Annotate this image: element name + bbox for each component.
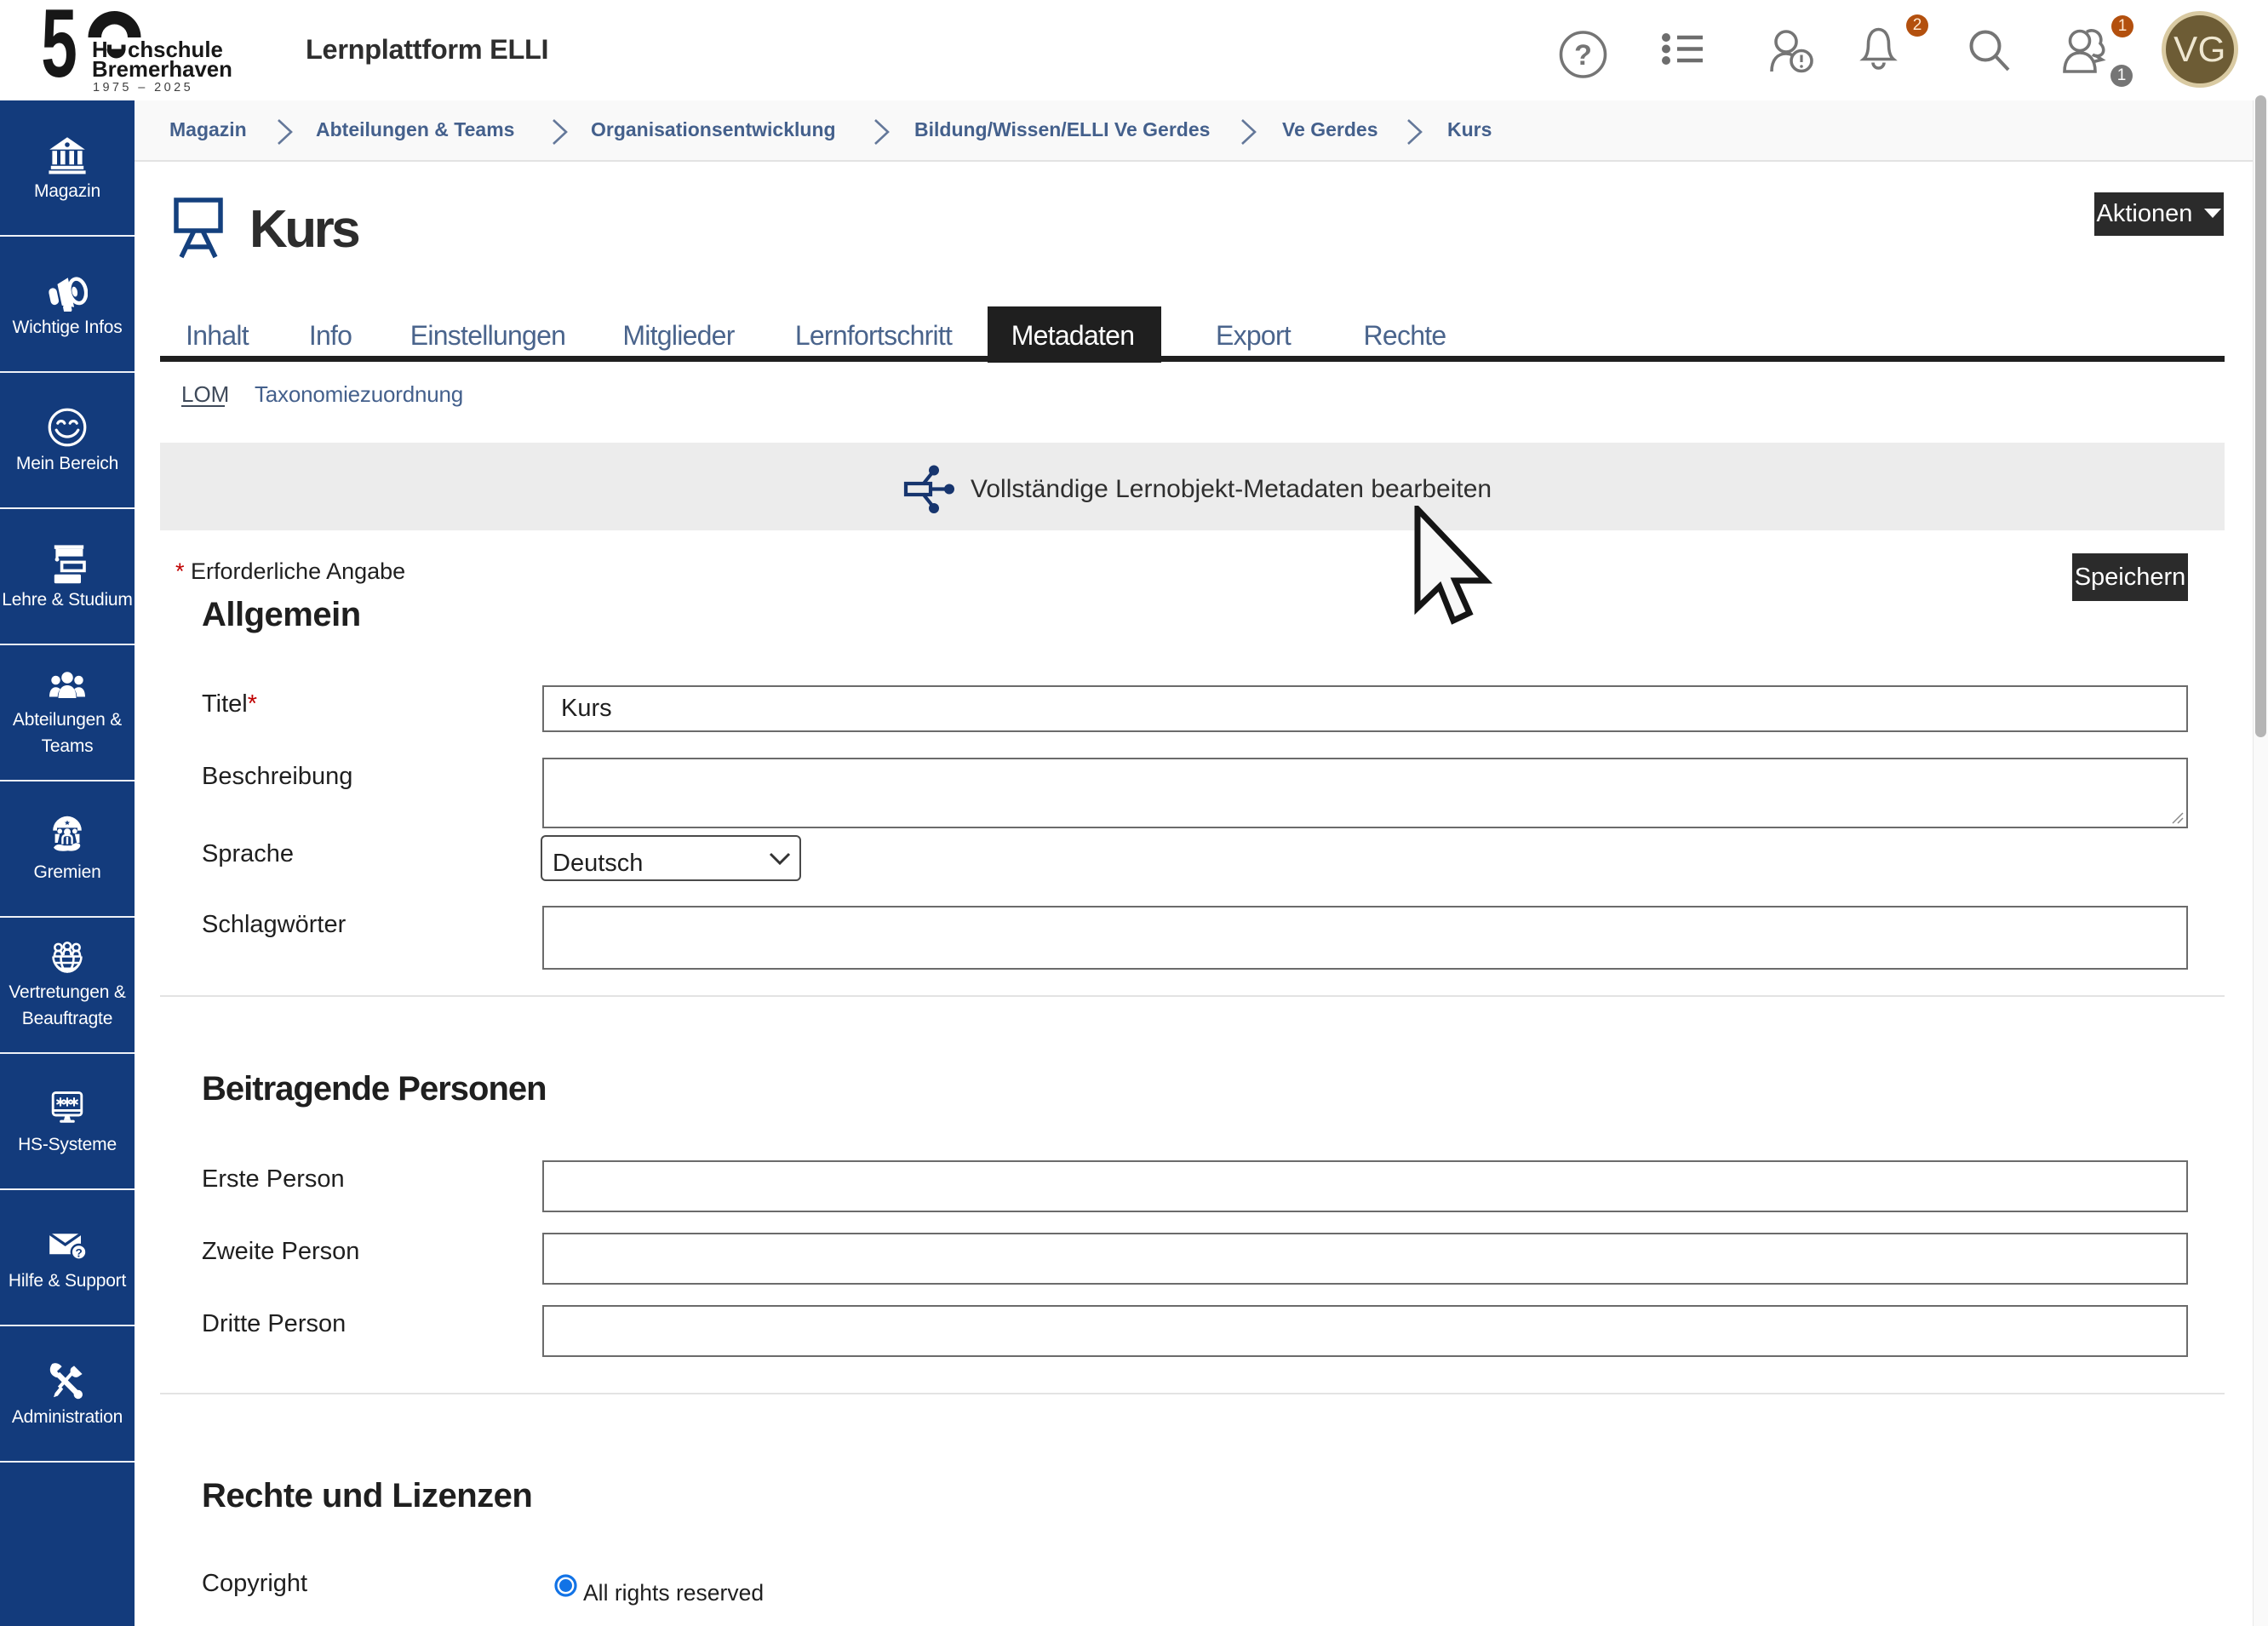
svg-text:?: ? bbox=[1574, 39, 1592, 72]
svg-text:?: ? bbox=[75, 1246, 82, 1259]
